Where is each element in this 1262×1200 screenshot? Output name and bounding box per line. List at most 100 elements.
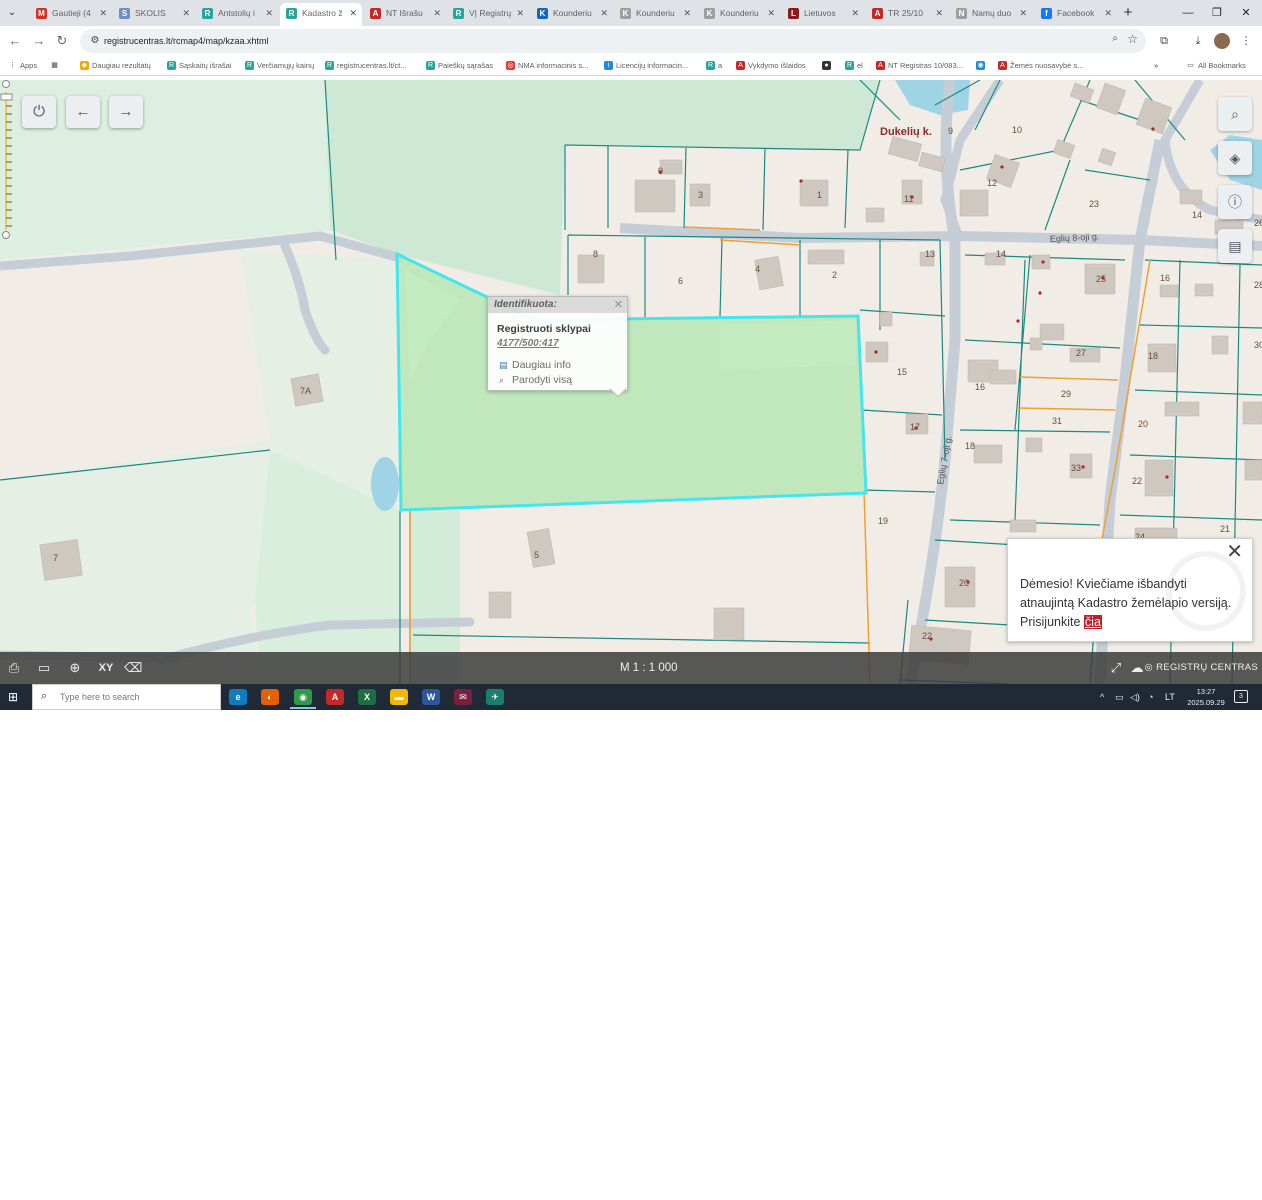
bookmark-item[interactable]: i Licencijų informacin...	[604, 58, 688, 74]
word-icon[interactable]: W	[422, 689, 440, 705]
bookmark-item[interactable]: ◆ Daugiau rezultatų	[80, 58, 151, 74]
bookmark-item[interactable]: A Žemės nuosavybė s...	[998, 58, 1083, 74]
browser-tab[interactable]: f Facebook ✕	[1035, 3, 1117, 26]
power-button[interactable]: ⏻	[22, 96, 56, 128]
language-indicator[interactable]: LT	[1165, 690, 1175, 704]
battery-icon[interactable]: ◔	[1148, 690, 1153, 704]
tab-close-icon[interactable]: ✕	[349, 3, 357, 23]
bookmarks-overflow-icon[interactable]: »	[1154, 58, 1158, 74]
new-tab-button[interactable]: +	[1120, 3, 1136, 23]
volume-icon[interactable]: ◁)	[1130, 690, 1140, 704]
browser-tab[interactable]: K Kounderiu ✕	[531, 3, 613, 26]
excel-icon[interactable]: X	[358, 689, 376, 705]
tab-close-icon[interactable]: ✕	[851, 3, 859, 23]
edge-icon[interactable]: e	[229, 689, 247, 705]
taskbar-search[interactable]: ⌕ Type here to search	[32, 684, 221, 710]
browser-tab[interactable]: R Kadastro ž ✕	[280, 3, 362, 26]
map-back-button[interactable]: ←	[66, 96, 100, 128]
reload-icon[interactable]: ↻	[53, 32, 71, 50]
browser-tab[interactable]: S SKOLIS ✕	[113, 3, 195, 26]
bookmark-item[interactable]: Rregistrucentras.lt/ct...	[325, 58, 407, 74]
tab-search-chevron-icon[interactable]: ⌄	[4, 5, 20, 21]
browser-menu-icon[interactable]: ⋮	[1238, 33, 1254, 49]
clock[interactable]: 13:27 2025.09.29	[1184, 686, 1228, 708]
show-all-link[interactable]: ⌕ Parodyti visą	[499, 374, 572, 386]
tab-close-icon[interactable]: ✕	[516, 3, 524, 23]
bookmark-item[interactable]: R Sąskaitų išrašai	[167, 58, 232, 74]
cloud-icon[interactable]: ☁	[1128, 659, 1146, 677]
map-forward-button[interactable]: →	[109, 96, 143, 128]
app-icon[interactable]: ✉	[454, 689, 472, 705]
tab-close-icon[interactable]: ✕	[265, 3, 273, 23]
bookmark-item[interactable]: ▦	[50, 58, 62, 74]
bookmark-item[interactable]: ◎ NMA informacinis s...	[506, 58, 588, 74]
fullscreen-icon[interactable]: ⤢	[1108, 659, 1124, 677]
popup-close-icon[interactable]: ✕	[614, 297, 623, 313]
notifications-icon[interactable]: 3	[1234, 690, 1248, 703]
network-icon[interactable]: ▭	[1115, 690, 1124, 704]
browser-tab[interactable]: R VĮ Registrų ✕	[447, 3, 529, 26]
browser-tab[interactable]: M Gautieji (4 ✕	[30, 3, 112, 26]
bookmark-star-icon[interactable]: ☆	[1127, 32, 1138, 46]
firefox-icon[interactable]: ◐	[261, 689, 279, 705]
bookmark-item[interactable]: ◉	[976, 58, 988, 74]
browser-tab[interactable]: N Namų duo ✕	[950, 3, 1032, 26]
bookmark-item[interactable]: R Verčiamųjų kainų	[245, 58, 314, 74]
bookmark-item[interactable]: A Vykdymo išlaidos	[736, 58, 806, 74]
bookmark-item[interactable]: ●	[822, 58, 834, 74]
tray-chevron-icon[interactable]: ^	[1100, 690, 1104, 704]
extensions-icon[interactable]: ⧉	[1156, 33, 1172, 49]
layers-icon[interactable]: ◈	[1218, 141, 1252, 175]
acrobat-icon[interactable]: A	[326, 689, 344, 705]
tab-close-icon[interactable]: ✕	[1104, 3, 1112, 23]
explorer-icon[interactable]: ▬	[390, 689, 408, 705]
tab-close-icon[interactable]: ✕	[1019, 3, 1027, 23]
legend-icon[interactable]: ▤	[1218, 229, 1252, 263]
browser-tab[interactable]: A NT Išrašu ✕	[364, 3, 446, 26]
bookmark-item[interactable]: Rel	[845, 58, 863, 74]
forward-icon[interactable]: →	[30, 32, 48, 50]
browser-tab[interactable]: L Lietuvos ✕	[782, 3, 864, 26]
browser-tab[interactable]: R Antstolių i ✕	[196, 3, 278, 26]
close-window-icon[interactable]: ✕	[1236, 4, 1256, 22]
chrome-icon[interactable]: ◉	[294, 689, 312, 705]
parcel-id-link[interactable]: 4177/500:417	[497, 338, 559, 349]
add-note-icon[interactable]: ⊕	[66, 659, 84, 677]
xy-coordinates-icon[interactable]: XY	[96, 659, 116, 677]
tab-close-icon[interactable]: ✕	[935, 3, 943, 23]
print-icon[interactable]: ⎙	[6, 659, 22, 677]
zoom-slider[interactable]	[0, 80, 14, 240]
omnibox[interactable]: ⚙ registrucentras.lt/rcmap4/map/kzaa.xht…	[80, 29, 1146, 53]
all-bookmarks-button[interactable]: ▭ All Bookmarks	[1186, 58, 1246, 74]
measure-icon[interactable]: ▭	[34, 659, 54, 677]
zoom-icon[interactable]: ⌕	[1112, 33, 1118, 44]
tab-close-icon[interactable]: ✕	[433, 3, 441, 23]
browser-tab[interactable]: K Kounderiu ✕	[614, 3, 696, 26]
bookmark-item[interactable]: R Paieškų sąrašas	[426, 58, 493, 74]
restore-icon[interactable]: ❐	[1207, 4, 1227, 22]
back-icon[interactable]: ←	[6, 32, 24, 50]
tab-close-icon[interactable]: ✕	[99, 3, 107, 23]
browser-tab[interactable]: A TR 25/10 ✕	[866, 3, 948, 26]
bookmark-item[interactable]: A NT Registras 10/083...	[876, 58, 963, 74]
map-search-icon[interactable]: ⌕	[1218, 97, 1252, 131]
url-text[interactable]: registrucentras.lt/rcmap4/map/kzaa.xhtml	[104, 29, 269, 53]
bookmark-item[interactable]: Ra	[706, 58, 722, 74]
browser-tab[interactable]: K Kounderiu ✕	[698, 3, 780, 26]
info-icon[interactable]: ⓘ	[1218, 185, 1252, 219]
notice-close-icon[interactable]: ✕	[1226, 542, 1243, 562]
cadastre-map[interactable]: Dukelių k. Eglių 8-oji g. Eglių 7-oji g. 7A…	[0, 80, 1262, 684]
site-info-icon[interactable]: ⚙	[88, 34, 102, 48]
download-icon[interactable]: ⤓	[1190, 33, 1206, 49]
tab-close-icon[interactable]: ✕	[683, 3, 691, 23]
more-info-link[interactable]: ▤ Daugiau info	[499, 359, 571, 371]
tab-close-icon[interactable]: ✕	[182, 3, 190, 23]
bookmark-item[interactable]: ⋮ Apps	[8, 58, 37, 74]
windows-start-icon[interactable]: ⊞	[6, 690, 20, 704]
tab-close-icon[interactable]: ✕	[767, 3, 775, 23]
notice-link[interactable]: čia	[1083, 615, 1102, 629]
profile-avatar[interactable]	[1214, 33, 1230, 49]
app2-icon[interactable]: ✈	[486, 689, 504, 705]
tab-close-icon[interactable]: ✕	[600, 3, 608, 23]
minimize-icon[interactable]: —	[1178, 4, 1198, 22]
